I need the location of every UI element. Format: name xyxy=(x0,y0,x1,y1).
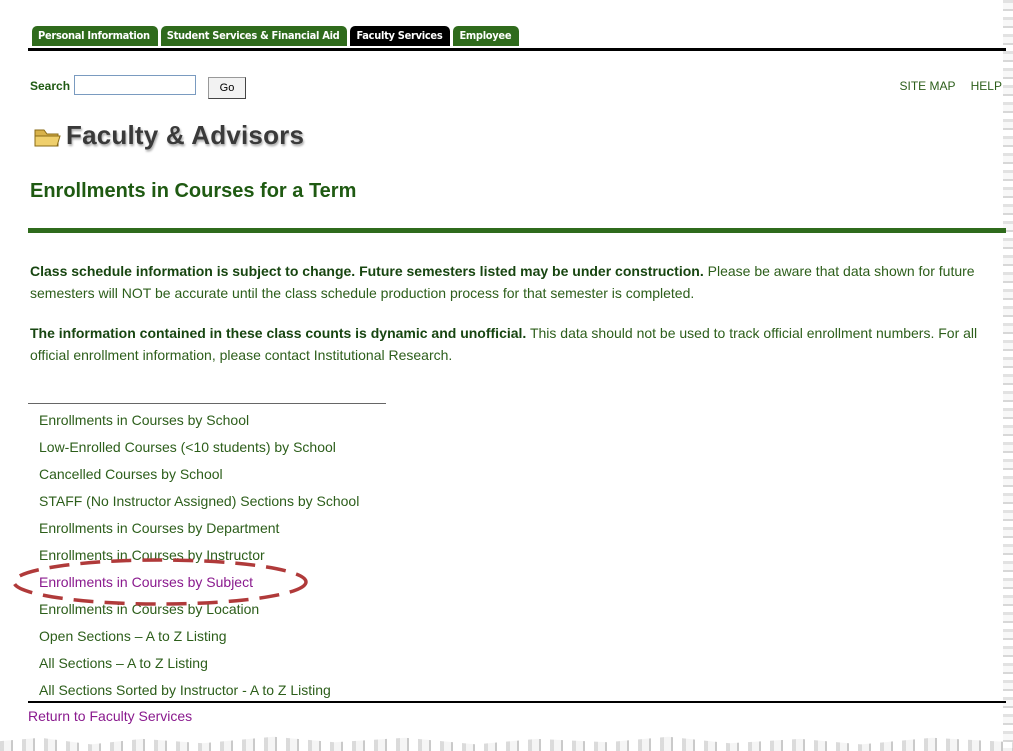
paper-edge-bottom xyxy=(0,736,1013,751)
report-links: Enrollments in Courses by School Low-Enr… xyxy=(39,409,359,706)
go-button[interactable]: Go xyxy=(208,77,246,99)
app-title: Faculty & Advisors xyxy=(66,120,305,150)
search-input[interactable] xyxy=(74,75,196,95)
link-enrollments-by-school[interactable]: Enrollments in Courses by School xyxy=(39,409,359,436)
notice-schedule-bold: Class schedule information is subject to… xyxy=(30,263,704,279)
link-low-enrolled-by-school[interactable]: Low-Enrolled Courses (<10 students) by S… xyxy=(39,436,359,463)
tab-underline xyxy=(28,48,1006,51)
links-divider xyxy=(28,403,386,404)
page-title: Enrollments in Courses for a Term xyxy=(30,180,357,202)
folder-icon xyxy=(34,129,61,147)
link-enrollments-by-department[interactable]: Enrollments in Courses by Department xyxy=(39,517,359,544)
return-to-faculty-services-link[interactable]: Return to Faculty Services xyxy=(28,708,192,724)
page: Personal Information Student Services & … xyxy=(28,0,1006,730)
link-enrollments-by-instructor[interactable]: Enrollments in Courses by Instructor xyxy=(39,544,359,571)
title-divider xyxy=(28,228,1006,233)
main-tabs: Personal Information Student Services & … xyxy=(32,26,520,46)
site-map-link[interactable]: SITE MAP xyxy=(900,79,956,93)
footer-divider xyxy=(28,701,1006,703)
tab-faculty-services[interactable]: Faculty Services xyxy=(350,26,451,46)
notice-schedule: Class schedule information is subject to… xyxy=(30,260,995,304)
help-link[interactable]: HELP xyxy=(971,79,1002,93)
link-enrollments-by-subject[interactable]: Enrollments in Courses by Subject xyxy=(39,571,359,598)
notice-counts: The information contained in these class… xyxy=(30,322,995,366)
link-staff-sections-by-school[interactable]: STAFF (No Instructor Assigned) Sections … xyxy=(39,490,359,517)
notice-counts-bold: The information contained in these class… xyxy=(30,325,527,341)
tab-personal-information[interactable]: Personal Information xyxy=(32,26,158,46)
link-open-sections-a-z[interactable]: Open Sections – A to Z Listing xyxy=(39,625,359,652)
tab-employee[interactable]: Employee xyxy=(453,26,520,46)
search-label: Search xyxy=(30,79,71,93)
tab-student-services[interactable]: Student Services & Financial Aid xyxy=(160,26,348,46)
link-all-sections-a-z[interactable]: All Sections – A to Z Listing xyxy=(39,652,359,679)
link-cancelled-by-school[interactable]: Cancelled Courses by School xyxy=(39,463,359,490)
link-enrollments-by-location[interactable]: Enrollments in Courses by Location xyxy=(39,598,359,625)
top-links: SITE MAP HELP xyxy=(888,79,1003,93)
